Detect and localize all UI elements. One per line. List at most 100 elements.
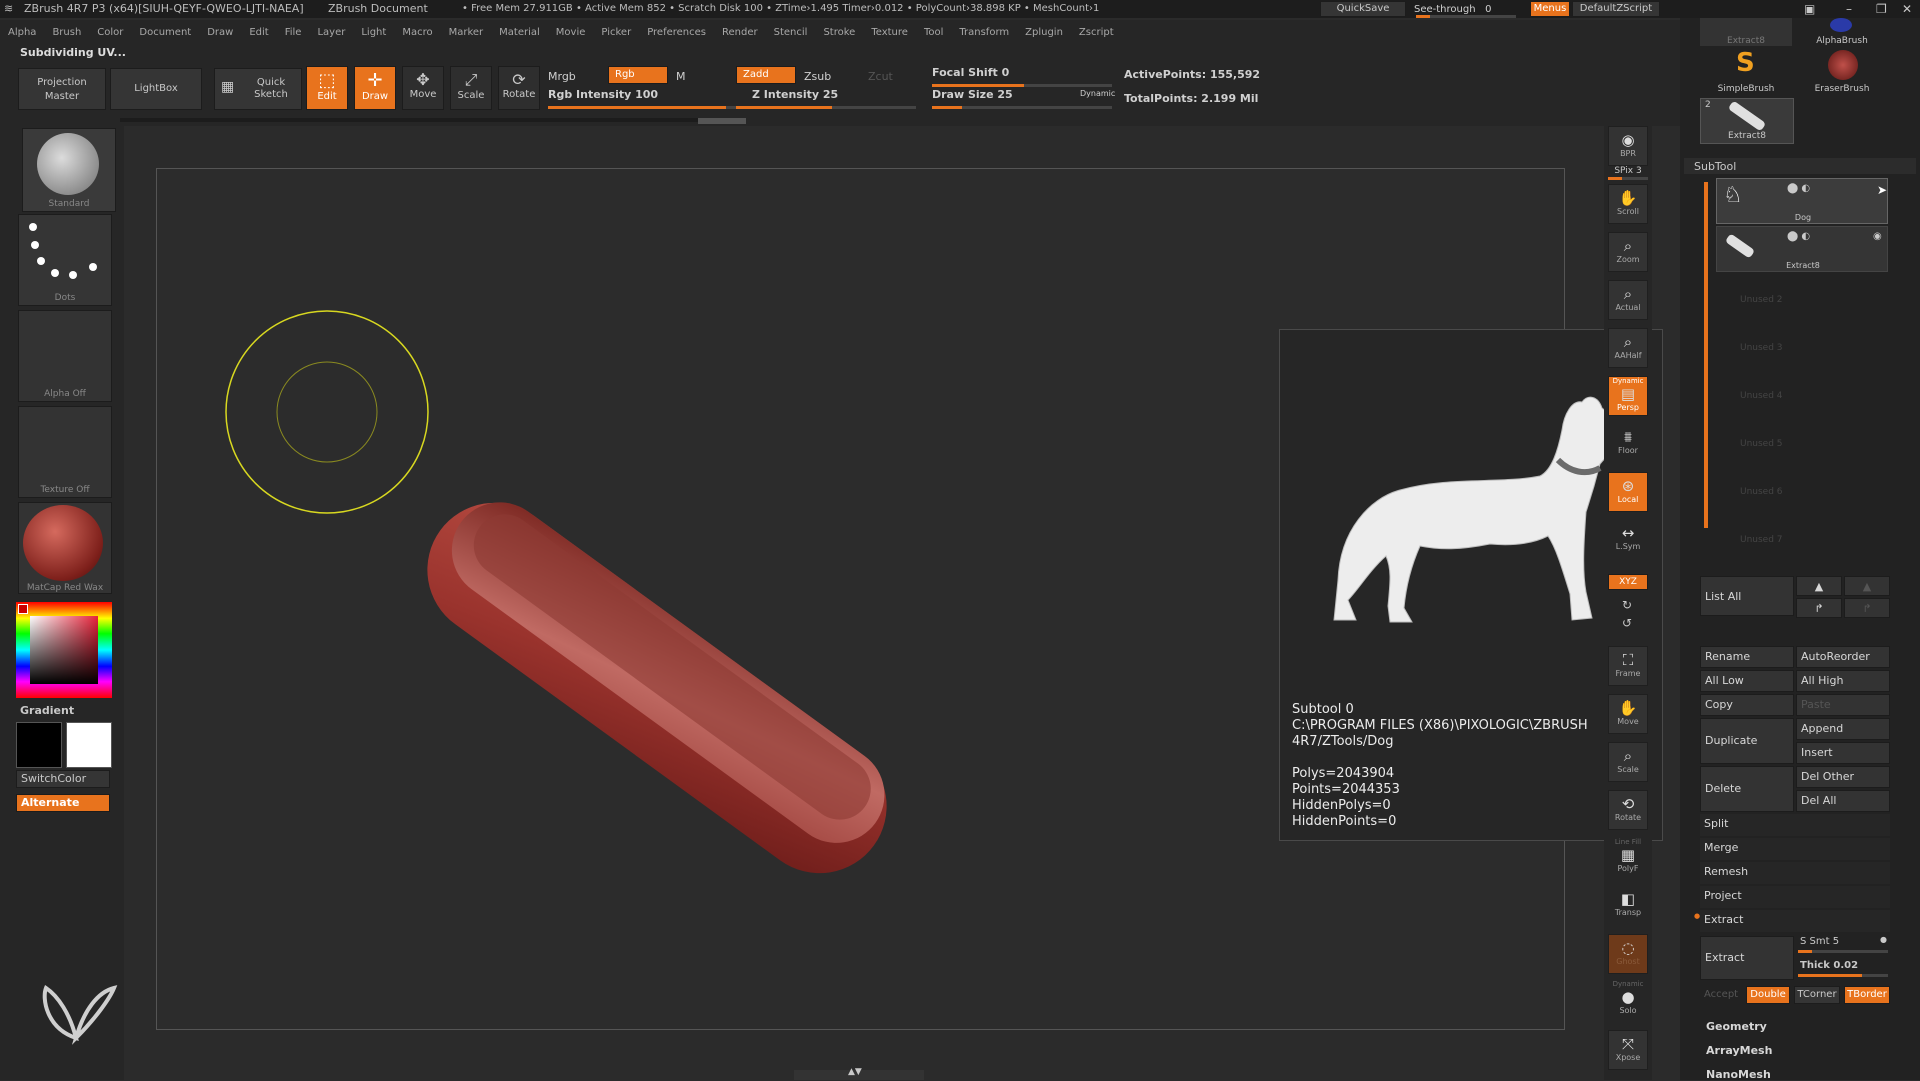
- subtool-slot-unused[interactable]: Unused 4: [1716, 376, 1888, 416]
- rgb-intensity-slider[interactable]: [548, 106, 738, 109]
- draw-size-slider[interactable]: [932, 106, 1112, 109]
- nanomesh-section[interactable]: NanoMesh: [1706, 1068, 1771, 1081]
- subtool-item-extract8[interactable]: ⬤ ◐ ◉ Extract8: [1716, 226, 1888, 272]
- delete-button[interactable]: Delete: [1700, 766, 1794, 812]
- xpose-button[interactable]: ⤧ Xpose: [1608, 1030, 1648, 1070]
- texture-selector[interactable]: Texture Off: [18, 406, 112, 498]
- color-picker[interactable]: [16, 602, 112, 698]
- menu-render[interactable]: Render: [714, 20, 766, 46]
- menus-button[interactable]: Menus: [1530, 1, 1570, 17]
- draw-button[interactable]: ✛ Draw: [354, 66, 396, 110]
- menu-document[interactable]: Document: [131, 20, 199, 46]
- menu-transform[interactable]: Transform: [951, 20, 1017, 46]
- menu-marker[interactable]: Marker: [441, 20, 492, 46]
- zcut-button[interactable]: Zcut: [868, 70, 893, 83]
- minimize-icon[interactable]: –: [1846, 2, 1852, 16]
- del-other-button[interactable]: Del Other: [1796, 766, 1890, 788]
- z-intensity-slider[interactable]: [736, 106, 916, 109]
- menu-texture[interactable]: Texture: [863, 20, 916, 46]
- lightbox-button[interactable]: LightBox: [110, 68, 202, 110]
- menu-picker[interactable]: Picker: [593, 20, 639, 46]
- extract-section[interactable]: Extract: [1700, 910, 1890, 932]
- menu-draw[interactable]: Draw: [199, 20, 241, 46]
- move-up-disabled-icon[interactable]: ▲: [1844, 576, 1890, 596]
- alpha-selector[interactable]: Alpha Off: [18, 310, 112, 402]
- remesh-section[interactable]: Remesh: [1700, 862, 1890, 884]
- spix-slider[interactable]: SPix 3: [1608, 166, 1648, 180]
- rgb-button[interactable]: Rgb: [608, 66, 668, 84]
- toolbar-scroll-handle[interactable]: [698, 118, 746, 124]
- s-smt-slider[interactable]: S Smt 5 ●: [1796, 934, 1890, 956]
- menu-layer[interactable]: Layer: [309, 20, 353, 46]
- insert-button[interactable]: Insert: [1796, 742, 1890, 764]
- main-color-swatch[interactable]: [16, 722, 62, 768]
- append-button[interactable]: Append: [1796, 718, 1890, 740]
- rename-button[interactable]: Rename: [1700, 646, 1794, 668]
- visibility-toggle-icon[interactable]: ⬤ ◐: [1787, 183, 1810, 194]
- menu-edit[interactable]: Edit: [241, 20, 276, 46]
- geometry-section[interactable]: Geometry: [1706, 1020, 1767, 1033]
- rotate-y-icon[interactable]: ↻: [1622, 598, 1632, 612]
- rotate-button[interactable]: ⟳ Rotate: [498, 66, 540, 110]
- copy-button[interactable]: Copy: [1700, 694, 1794, 716]
- menu-stencil[interactable]: Stencil: [766, 20, 816, 46]
- autoreorder-button[interactable]: AutoReorder: [1796, 646, 1890, 668]
- arraymesh-section[interactable]: ArrayMesh: [1706, 1044, 1772, 1057]
- subtool-slot-unused[interactable]: Unused 7: [1716, 520, 1888, 560]
- all-low-button[interactable]: All Low: [1700, 670, 1794, 692]
- palette-lock-icon[interactable]: ▣: [1804, 2, 1815, 16]
- brush-slot-extract8-active[interactable]: 2 Extract8: [1700, 98, 1794, 144]
- menu-material[interactable]: Material: [491, 20, 548, 46]
- eye-icon[interactable]: ◉: [1873, 231, 1882, 242]
- ghost-button[interactable]: ◌ Ghost: [1608, 934, 1648, 974]
- extract-button[interactable]: Extract: [1700, 936, 1794, 980]
- see-through-slider[interactable]: See-through 0: [1414, 0, 1520, 18]
- frame-button[interactable]: ⛶ Frame: [1608, 646, 1648, 686]
- menu-brush[interactable]: Brush: [44, 20, 89, 46]
- brush-slot-eraserbrush[interactable]: EraserBrush: [1796, 48, 1888, 96]
- actual-button[interactable]: ⌕ Actual: [1608, 280, 1648, 320]
- solo-button[interactable]: Dynamic ● Solo: [1608, 980, 1648, 1020]
- xyz-button[interactable]: XYZ: [1608, 574, 1648, 590]
- project-section[interactable]: Project: [1700, 886, 1890, 908]
- del-all-button[interactable]: Del All: [1796, 790, 1890, 812]
- tcorner-toggle[interactable]: TCorner: [1794, 986, 1840, 1004]
- zadd-button[interactable]: Zadd: [736, 66, 796, 84]
- mrgb-button[interactable]: Mrgb: [548, 70, 576, 83]
- subtool-slot-unused[interactable]: Unused 6: [1716, 472, 1888, 512]
- menu-color[interactable]: Color: [89, 20, 131, 46]
- floor-button[interactable]: ⩩ Floor: [1608, 424, 1648, 464]
- primary-color-swatch[interactable]: [18, 604, 28, 614]
- thick-slider[interactable]: Thick 0.02: [1796, 958, 1890, 980]
- dynamic-toggle[interactable]: Dynamic: [1080, 89, 1115, 98]
- rotate-z-icon[interactable]: ↺: [1622, 616, 1632, 630]
- local-button[interactable]: ⊛ Local: [1608, 472, 1648, 512]
- menu-light[interactable]: Light: [353, 20, 394, 46]
- persp-button[interactable]: Dynamic ▤ Persp: [1608, 376, 1648, 416]
- brush-slot-extract8[interactable]: Extract8: [1700, 18, 1792, 46]
- m-button[interactable]: M: [676, 70, 686, 83]
- zoom-button[interactable]: ⌕ Zoom: [1608, 232, 1648, 272]
- list-all-button[interactable]: List All: [1700, 576, 1794, 616]
- menu-macro[interactable]: Macro: [394, 20, 440, 46]
- scale-button[interactable]: ⤢ Scale: [450, 66, 492, 110]
- bpr-button[interactable]: ◉ BPR: [1608, 126, 1648, 166]
- menu-file[interactable]: File: [277, 20, 310, 46]
- stroke-selector[interactable]: Dots: [18, 214, 112, 306]
- move-button[interactable]: ✥ Move: [402, 66, 444, 110]
- subtool-slot-unused[interactable]: Unused 2: [1716, 280, 1888, 320]
- menu-tool[interactable]: Tool: [916, 20, 951, 46]
- zsub-button[interactable]: Zsub: [804, 70, 831, 83]
- merge-section[interactable]: Merge: [1700, 838, 1890, 860]
- close-icon[interactable]: ✕: [1902, 2, 1912, 16]
- visibility-toggle-icon[interactable]: ⬤ ◐: [1787, 231, 1810, 242]
- menu-alpha[interactable]: Alpha: [0, 20, 44, 46]
- subtool-slot-unused[interactable]: Unused 3: [1716, 328, 1888, 368]
- projection-master-button[interactable]: Projection Master: [18, 68, 106, 110]
- menu-preferences[interactable]: Preferences: [639, 20, 714, 46]
- tborder-toggle[interactable]: TBorder: [1844, 986, 1890, 1004]
- menu-stroke[interactable]: Stroke: [815, 20, 863, 46]
- alternate-button[interactable]: Alternate: [16, 794, 110, 812]
- all-high-button[interactable]: All High: [1796, 670, 1890, 692]
- double-toggle[interactable]: Double: [1746, 986, 1790, 1004]
